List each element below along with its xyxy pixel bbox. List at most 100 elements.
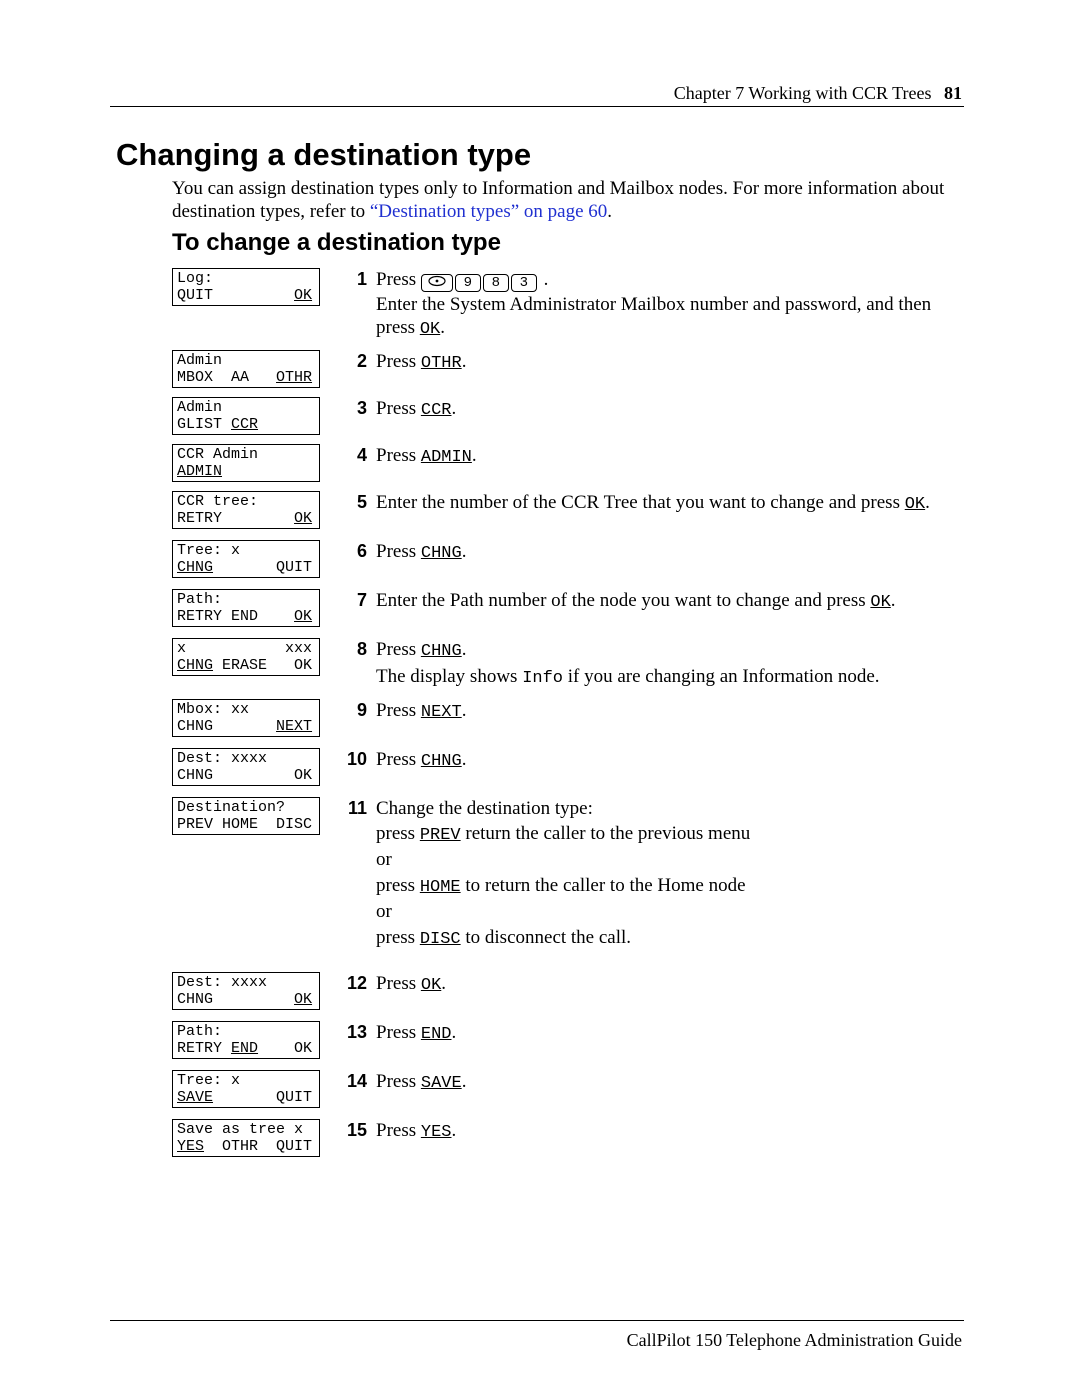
phone-display: AdminGLIST CCR xyxy=(172,397,320,435)
step-instruction: Enter the Path number of the node you wa… xyxy=(376,589,956,616)
phone-display: Dest: xxxxCHNG OK xyxy=(172,972,320,1010)
step-number: 6 xyxy=(339,540,367,563)
display-line-1: Admin xyxy=(177,399,315,416)
display-line-1: Tree: x xyxy=(177,1072,315,1089)
step-instruction: Press NEXT. xyxy=(376,699,956,726)
display-line-2: SAVE QUIT xyxy=(177,1089,315,1106)
step-instruction: Press END. xyxy=(376,1021,956,1048)
step-number: 3 xyxy=(339,397,367,420)
step-number: 9 xyxy=(339,699,367,722)
step-instruction: Press 983 .Enter the System Administrato… xyxy=(376,268,956,343)
feature-key-3: 3 xyxy=(511,274,537,292)
feature-key-sequence: 983 xyxy=(421,270,539,293)
phone-display: x xxxCHNG ERASE OK xyxy=(172,638,320,676)
footer-rule xyxy=(110,1320,964,1321)
phone-display: Dest: xxxxCHNG OK xyxy=(172,748,320,786)
phone-display: CCR AdminADMIN xyxy=(172,444,320,482)
step-11: Destination?PREV HOME DISC 11 Change the d… xyxy=(172,797,962,953)
page: Chapter 7 Working with CCR Trees 81 Chan… xyxy=(0,0,1080,1397)
step-instruction: Press CCR. xyxy=(376,397,956,424)
display-line-2: GLIST CCR xyxy=(177,416,315,433)
step-instruction: Change the destination type:press PREV r… xyxy=(376,797,956,953)
step-8: x xxxCHNG ERASE OK8Press CHNG.The displa… xyxy=(172,638,962,691)
step-number: 5 xyxy=(339,491,367,514)
feature-key-icon xyxy=(421,274,453,292)
step-number: 4 xyxy=(339,444,367,467)
intro-paragraph: You can assign destination types only to… xyxy=(172,178,962,224)
step-number: 15 xyxy=(339,1119,367,1142)
step-instruction: Press YES. xyxy=(376,1119,956,1146)
display-line-1: CCR Admin xyxy=(177,446,315,463)
step-12: Dest: xxxxCHNG OK 12 Press OK. xyxy=(172,972,962,1014)
display-line-1: Dest: xxxx xyxy=(177,974,315,991)
display-line-2: CHNG OK xyxy=(177,767,315,784)
page-title: Changing a destination type xyxy=(116,136,531,175)
display-line-2: MBOX AA OTHR xyxy=(177,369,315,386)
page-number: 81 xyxy=(944,83,962,103)
step-9: Mbox: xxCHNG NEXT 9 Press NEXT. xyxy=(172,699,962,741)
step-instruction: Press ADMIN. xyxy=(376,444,956,471)
step-instruction: Press OTHR. xyxy=(376,350,956,377)
step-3: AdminGLIST CCR 3 Press CCR. xyxy=(172,397,962,439)
step-instruction: Press OK. xyxy=(376,972,956,999)
phone-display: Destination?PREV HOME DISC xyxy=(172,797,320,835)
feature-key-8: 8 xyxy=(483,274,509,292)
step-14: Tree: xSAVE QUIT 14 Press SAVE. xyxy=(172,1070,962,1112)
step-6: Tree: xCHNG QUIT 6 Press CHNG. xyxy=(172,540,962,582)
procedure-steps: Log:QUIT OK 1 Press 983 .Enter the System … xyxy=(172,268,962,1168)
step-instruction: Press SAVE. xyxy=(376,1070,956,1097)
phone-display: Save as tree xYES OTHR QUIT xyxy=(172,1119,320,1157)
step-number: 11 xyxy=(339,797,367,820)
phone-display: Path:RETRY END OK xyxy=(172,1021,320,1059)
display-line-2: ADMIN xyxy=(177,463,315,480)
display-line-1: CCR tree: xyxy=(177,493,315,510)
display-line-2: PREV HOME DISC xyxy=(177,816,315,833)
intro-post: . xyxy=(607,201,612,222)
step-instruction: Enter the number of the CCR Tree that yo… xyxy=(376,491,956,518)
display-line-2: CHNG QUIT xyxy=(177,559,315,576)
display-line-2: QUIT OK xyxy=(177,287,315,304)
step-number: 12 xyxy=(339,972,367,995)
step-number: 14 xyxy=(339,1070,367,1093)
chapter-label: Chapter 7 Working with CCR Trees xyxy=(674,83,932,103)
step-number: 13 xyxy=(339,1021,367,1044)
step-number: 10 xyxy=(339,748,367,771)
display-line-1: Path: xyxy=(177,591,315,608)
step-13: Path:RETRY END OK 13 Press END. xyxy=(172,1021,962,1063)
display-line-1: Admin xyxy=(177,352,315,369)
procedure-heading: To change a destination type xyxy=(172,228,501,258)
footer-doc-title: CallPilot 150 Telephone Administration G… xyxy=(627,1331,962,1349)
display-line-1: Tree: x xyxy=(177,542,315,559)
step-number: 1 xyxy=(339,268,367,291)
display-line-2: RETRY END OK xyxy=(177,1040,315,1057)
display-line-2: RETRY END OK xyxy=(177,608,315,625)
step-number: 2 xyxy=(339,350,367,373)
display-line-2: CHNG OK xyxy=(177,991,315,1008)
display-line-1: Path: xyxy=(177,1023,315,1040)
display-line-1: Log: xyxy=(177,270,315,287)
display-line-2: CHNG ERASE OK xyxy=(177,657,315,674)
display-line-1: Mbox: xx xyxy=(177,701,315,718)
phone-display: Log:QUIT OK xyxy=(172,268,320,306)
display-line-1: Destination? xyxy=(177,799,315,816)
display-line-1: Dest: xxxx xyxy=(177,750,315,767)
step-instruction: Press CHNG.The display shows Info if you… xyxy=(376,638,956,691)
step-instruction: Press CHNG. xyxy=(376,748,956,775)
running-header: Chapter 7 Working with CCR Trees 81 xyxy=(674,82,962,105)
step-1: Log:QUIT OK 1 Press 983 .Enter the System … xyxy=(172,268,962,343)
phone-display: Mbox: xxCHNG NEXT xyxy=(172,699,320,737)
step-15: Save as tree xYES OTHR QUIT 15 Press YES. xyxy=(172,1119,962,1161)
step-5: CCR tree:RETRY OK 5 Enter the number of th… xyxy=(172,491,962,533)
step-7: Path:RETRY END OK7Enter the Path number … xyxy=(172,589,962,631)
phone-display: CCR tree:RETRY OK xyxy=(172,491,320,529)
phone-display: Tree: xSAVE QUIT xyxy=(172,1070,320,1108)
step-4: CCR AdminADMIN 4 Press ADMIN. xyxy=(172,444,962,486)
display-line-1: x xxx xyxy=(177,640,315,657)
step-instruction: Press CHNG. xyxy=(376,540,956,567)
display-line-2: YES OTHR QUIT xyxy=(177,1138,315,1155)
feature-key-9: 9 xyxy=(455,274,481,292)
phone-display: Tree: xCHNG QUIT xyxy=(172,540,320,578)
display-line-1: Save as tree x xyxy=(177,1121,315,1138)
step-10: Dest: xxxxCHNG OK 10 Press CHNG. xyxy=(172,748,962,790)
xref-destination-types[interactable]: “Destination types” on page 60 xyxy=(370,201,607,222)
